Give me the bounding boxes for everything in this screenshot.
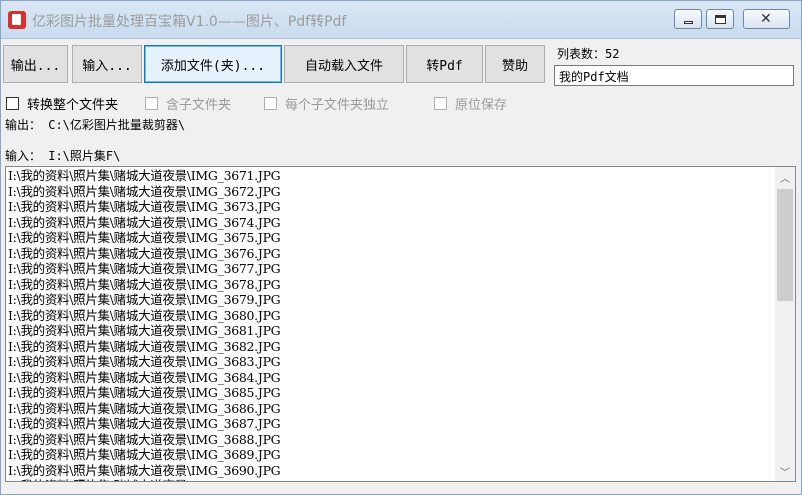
- app-window: 亿彩图片批量处理百宝箱V1.0——图片、Pdf转Pdf ✕ 输出... 输入..…: [0, 0, 802, 495]
- donate-button[interactable]: 赞助: [485, 45, 545, 83]
- list-item[interactable]: I:\我的资料\照片集\赌城大道夜景\IMG_3678.JPG: [8, 277, 773, 293]
- list-item[interactable]: I:\我的资料\照片集\赌城大道夜景\IMG_3679.JPG: [8, 292, 773, 308]
- list-item[interactable]: I:\我的资料\照片集\赌城大道夜景\IMG_3686.JPG: [8, 401, 773, 417]
- list-item[interactable]: I:\我的资料\照片集\赌城大道夜景\IMG_3684.JPG: [8, 370, 773, 386]
- auto-load-button[interactable]: 自动载入文件: [284, 45, 404, 83]
- vertical-scrollbar[interactable]: ︿ ﹀: [775, 167, 795, 481]
- add-files-button[interactable]: 添加文件(夹)...: [144, 45, 282, 83]
- checkbox-box[interactable]: [145, 97, 158, 110]
- list-item[interactable]: I:\我的资料\照片集\赌城大道夜景\IMG_3682.JPG: [8, 339, 773, 355]
- checkbox-box[interactable]: [264, 97, 277, 110]
- list-item[interactable]: I:\我的资料\照片集\赌城大道夜景\IMG_3689.JPG: [8, 447, 773, 463]
- list-item[interactable]: I:\我的资料\照片集\赌城大道夜景\IMG_3673.JPG: [8, 199, 773, 215]
- list-item[interactable]: I:\我的资料\照片集\赌城大道夜景\IMG_3676.JPG: [8, 246, 773, 262]
- checkbox-label: 含子文件夹: [166, 98, 232, 113]
- list-item[interactable]: I:\我的资料\照片集\赌城大道夜景\IMG_3690.JPG: [8, 463, 773, 479]
- list-item[interactable]: I:\我的资料\照片集\赌城大道夜景\IMG_3687.JPG: [8, 416, 773, 432]
- list-item[interactable]: I:\我的资料\照片集\赌城大道夜景\IMG_3675.JPG: [8, 230, 773, 246]
- list-item[interactable]: I:\我的资料\照片集\赌城大道夜景\IMG_3683.JPG: [8, 354, 773, 370]
- checkbox-label: 转换整个文件夹: [27, 98, 119, 113]
- list-item[interactable]: I:\我的资料\照片集\赌城大道夜景\IMG_3672.JPG: [8, 184, 773, 200]
- title-bar[interactable]: 亿彩图片批量处理百宝箱V1.0——图片、Pdf转Pdf ✕: [1, 1, 801, 39]
- file-list[interactable]: I:\我的资料\照片集\赌城大道夜景\IMG_3671.JPG I:\我的资料\照…: [5, 166, 796, 482]
- list-item[interactable]: I:\我的资料\照片集\赌城大道夜景\IMG_3685.JPG: [8, 385, 773, 401]
- in-place-save-checkbox[interactable]: 原位保存: [434, 94, 507, 113]
- list-count-label: 列表数：52: [557, 47, 620, 61]
- list-item[interactable]: I:\我的资料\照片集\赌城大道夜景\IMG_3691.JPG: [8, 478, 773, 481]
- checkbox-box[interactable]: [6, 97, 19, 110]
- convert-folder-checkbox[interactable]: 转换整个文件夹: [6, 94, 118, 113]
- minimize-button[interactable]: [674, 9, 702, 29]
- to-pdf-button[interactable]: 转Pdf: [406, 45, 483, 83]
- window-title: 亿彩图片批量处理百宝箱V1.0——图片、Pdf转Pdf: [32, 14, 347, 30]
- close-icon: ✕: [760, 11, 772, 27]
- list-item[interactable]: I:\我的资料\照片集\赌城大道夜景\IMG_3677.JPG: [8, 261, 773, 277]
- chevron-down-icon[interactable]: ﹀: [775, 461, 795, 481]
- list-item[interactable]: I:\我的资料\照片集\赌城大道夜景\IMG_3680.JPG: [8, 308, 773, 324]
- include-subfolders-checkbox[interactable]: 含子文件夹: [145, 94, 231, 113]
- minimize-icon: [684, 21, 693, 24]
- output-button[interactable]: 输出...: [3, 45, 68, 83]
- list-item[interactable]: I:\我的资料\照片集\赌城大道夜景\IMG_3674.JPG: [8, 215, 773, 231]
- file-list-items: I:\我的资料\照片集\赌城大道夜景\IMG_3671.JPG I:\我的资料\照…: [8, 168, 773, 481]
- chevron-up-icon[interactable]: ︿: [775, 167, 795, 187]
- maximize-button[interactable]: [706, 9, 734, 29]
- subfolder-independent-checkbox[interactable]: 每个子文件夹独立: [264, 94, 389, 113]
- checkbox-label: 原位保存: [455, 98, 508, 113]
- input-button[interactable]: 输入...: [72, 45, 142, 83]
- list-item[interactable]: I:\我的资料\照片集\赌城大道夜景\IMG_3671.JPG: [8, 168, 773, 184]
- app-pdf-icon[interactable]: [8, 11, 26, 29]
- input-path: 输入： I:\照片集F\: [5, 149, 121, 163]
- list-item[interactable]: I:\我的资料\照片集\赌城大道夜景\IMG_3681.JPG: [8, 323, 773, 339]
- output-path: 输出： C:\亿彩图片批量裁剪器\: [5, 118, 186, 132]
- list-item[interactable]: I:\我的资料\照片集\赌城大道夜景\IMG_3688.JPG: [8, 432, 773, 448]
- scroll-thumb[interactable]: [777, 189, 793, 301]
- close-button[interactable]: ✕: [743, 9, 790, 29]
- checkbox-box[interactable]: [434, 97, 447, 110]
- pdf-name-input[interactable]: 我的Pdf文档: [554, 65, 794, 86]
- checkbox-label: 每个子文件夹独立: [285, 98, 390, 113]
- maximize-icon: [715, 15, 726, 24]
